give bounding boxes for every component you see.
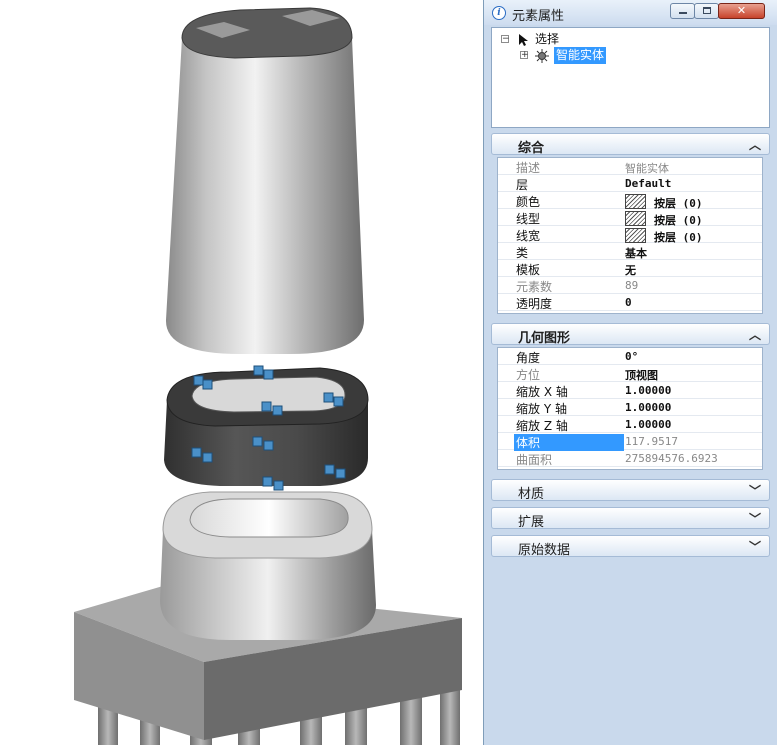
property-row[interactable]: 方位 顶视图 [498, 365, 762, 382]
property-value-text: 1.00000 [625, 384, 672, 397]
property-row[interactable]: 线型 按层 (0) [498, 209, 762, 227]
3d-viewport[interactable] [0, 0, 483, 745]
section-raw-data-header[interactable]: 原始数据 ﹀ [491, 535, 770, 558]
upper-column [165, 7, 364, 354]
element-properties-panel: i 元素属性 − 选择 + 智能实体 综合 ︿ 描述 智能实体层 Default 颜色… [483, 0, 777, 745]
property-name: 模板 [516, 263, 541, 277]
selected-ring[interactable] [164, 367, 369, 486]
property-name: 线宽 [516, 229, 541, 243]
property-value-text: 1.00000 [625, 418, 672, 431]
property-name: 元素数 [516, 280, 553, 294]
property-name: 缩放 Y 轴 [516, 402, 567, 416]
model-canvas[interactable] [0, 0, 483, 745]
tree-label-smart-solid[interactable]: 智能实体 [554, 47, 607, 64]
smart-solid-icon [535, 49, 549, 63]
property-name: 类 [516, 246, 529, 260]
by-layer-swatch-icon [625, 228, 646, 243]
cursor-arrow-icon [519, 34, 528, 46]
collapse-icon[interactable]: − [501, 35, 510, 44]
property-row[interactable]: 层 Default [498, 175, 762, 192]
by-layer-swatch-icon [625, 194, 646, 209]
chevron-up-icon[interactable]: ︿ [749, 136, 761, 153]
property-row[interactable]: 线宽 按层 (0) [498, 226, 762, 244]
property-name: 颜色 [516, 195, 541, 209]
selection-tree: − 选择 + 智能实体 [491, 27, 770, 128]
property-value-text: 智能实体 [625, 162, 669, 175]
info-icon: i [492, 6, 506, 20]
property-name: 方位 [516, 368, 541, 382]
property-name: 透明度 [516, 297, 553, 311]
property-value[interactable]: 117.9517 [625, 435, 678, 448]
lower-pedestal [160, 491, 376, 640]
section-raw-data-title: 原始数据 [518, 543, 571, 558]
property-value[interactable]: 0 [625, 296, 632, 309]
section-general-header[interactable]: 综合 ︿ [491, 133, 770, 156]
section-material-header[interactable]: 材质 ﹀ [491, 479, 770, 502]
property-row[interactable]: 体积 117.9517 [498, 433, 762, 451]
property-value[interactable]: 1.00000 [625, 384, 671, 397]
property-row[interactable]: 曲面积 275894576.6923 [498, 450, 762, 467]
tree-label-selection: 选择 [535, 32, 560, 46]
property-name: 描述 [516, 161, 541, 175]
property-row[interactable]: 缩放 Z 轴 1.00000 [498, 416, 762, 433]
panel-title: 元素属性 [512, 9, 565, 24]
property-value-text: 0 [625, 296, 632, 309]
chevron-down-icon[interactable]: ﹀ [749, 482, 761, 499]
expand-icon[interactable]: + [520, 51, 529, 60]
property-row[interactable]: 元素数 89 [498, 277, 762, 294]
property-value-text: 0° [625, 350, 639, 363]
property-row[interactable]: 颜色 按层 (0) [498, 192, 762, 210]
chevron-down-icon[interactable]: ﹀ [749, 510, 761, 527]
property-name: 层 [516, 178, 529, 192]
section-geometry-title: 几何图形 [518, 331, 571, 346]
property-value-text: 顶视图 [625, 369, 658, 382]
section-material-title: 材质 [518, 487, 545, 502]
chevron-down-icon[interactable]: ﹀ [749, 538, 761, 555]
by-layer-swatch-icon [625, 211, 646, 226]
property-value[interactable]: 智能实体 [625, 160, 669, 176]
minimize-icon[interactable] [670, 3, 695, 19]
property-value-text: 117.9517 [625, 435, 678, 448]
property-name: 缩放 Z 轴 [516, 419, 568, 433]
property-value-text: 基本 [625, 247, 647, 260]
property-row[interactable]: 角度 0° [498, 348, 762, 365]
property-value[interactable]: 基本 [625, 245, 647, 261]
property-row[interactable]: 透明度 0 [498, 294, 762, 311]
geometry-properties-grid: 角度 0° 方位 顶视图 缩放 X 轴 1.00000 缩放 Y 轴 1.00000 缩放 Z … [497, 347, 763, 470]
property-name: 角度 [516, 351, 541, 365]
section-geometry-header[interactable]: 几何图形 ︿ [491, 323, 770, 346]
general-properties-grid: 描述 智能实体层 Default 颜色 按层 (0) 线型 按层 (0) 线宽 按层 (0) 类 基… [497, 157, 763, 314]
section-general-title: 综合 [518, 141, 545, 156]
property-value[interactable]: 顶视图 [625, 367, 658, 383]
property-row[interactable]: 缩放 X 轴 1.00000 [498, 382, 762, 399]
property-name: 曲面积 [516, 453, 553, 467]
property-row[interactable]: 描述 智能实体 [498, 158, 762, 175]
property-value[interactable]: 1.00000 [625, 401, 671, 414]
property-value-text: 1.00000 [625, 401, 672, 414]
close-icon[interactable] [718, 3, 765, 19]
property-value-text: 275894576.6923 [625, 452, 718, 465]
property-value[interactable]: 275894576.6923 [625, 452, 718, 465]
maximize-icon[interactable] [694, 3, 719, 19]
property-value[interactable]: 0° [625, 350, 638, 363]
property-value[interactable]: Default [625, 177, 671, 190]
panel-titlebar[interactable]: i 元素属性 [484, 0, 777, 25]
section-extension-header[interactable]: 扩展 ﹀ [491, 507, 770, 530]
property-name: 缩放 X 轴 [516, 385, 568, 399]
section-extension-title: 扩展 [518, 515, 545, 530]
property-value-text: Default [625, 177, 672, 190]
property-row[interactable]: 类 基本 [498, 243, 762, 260]
property-row[interactable]: 缩放 Y 轴 1.00000 [498, 399, 762, 416]
property-value[interactable]: 1.00000 [625, 418, 671, 431]
property-name: 体积 [514, 434, 624, 451]
property-value-text: 无 [625, 264, 636, 277]
chevron-up-icon[interactable]: ︿ [749, 326, 761, 343]
property-value[interactable]: 无 [625, 262, 636, 278]
property-row[interactable]: 模板 无 [498, 260, 762, 277]
property-value-text: 89 [625, 279, 639, 292]
property-name: 线型 [516, 212, 541, 226]
property-value[interactable]: 89 [625, 279, 638, 292]
